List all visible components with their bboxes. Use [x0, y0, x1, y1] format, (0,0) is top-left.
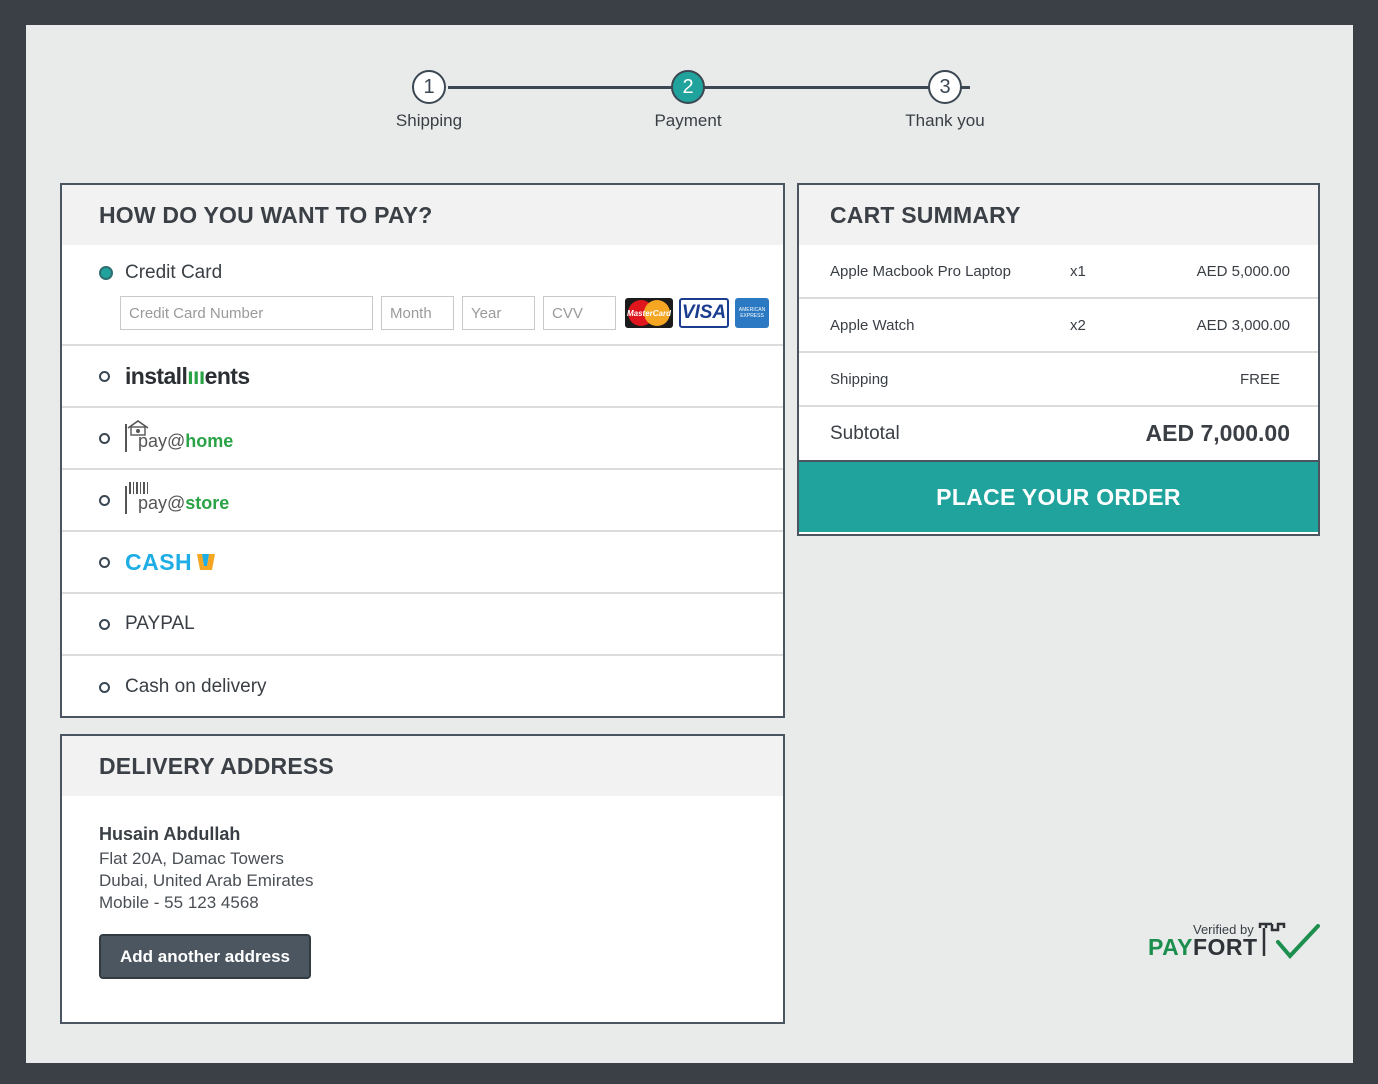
address-line-1: Flat 20A, Damac Towers [99, 849, 284, 868]
cvv-input[interactable]: CVV [543, 296, 616, 330]
radio-credit-card[interactable] [99, 266, 113, 280]
item-price: AED 5,000.00 [1196, 262, 1290, 280]
year-input[interactable]: Year [462, 296, 535, 330]
radio-cash-on-delivery[interactable] [99, 681, 110, 693]
address-line-2: Dubai, United Arab Emirates [99, 871, 314, 890]
item-name: Apple Macbook Pro Laptop [830, 262, 1011, 280]
paypal-label: PAYPAL [125, 613, 195, 634]
radio-pay-at-store[interactable] [99, 494, 110, 506]
cart-title: CART SUMMARY [799, 185, 1318, 245]
option-credit-card[interactable]: Credit Card Credit Card Number Month Yea… [62, 245, 783, 346]
step-shipping[interactable]: 1 Shipping [369, 70, 489, 131]
amex-logo: AMERICAN EXPRESS [735, 298, 769, 328]
shipping-label: Shipping [830, 370, 889, 388]
pay-at-store-logo: pay@ store [125, 482, 229, 514]
installments-logo: installıııents [125, 362, 250, 389]
accepted-cards: MasterCard VISA AMERICAN EXPRESS [625, 298, 775, 328]
delivery-address-panel: DELIVERY ADDRESS Husain Abdullah Flat 20… [60, 734, 785, 1024]
checkout-page: 1 Shipping 2 Payment 3 Thank you HOW DO … [26, 25, 1353, 1063]
step-label: Payment [654, 111, 722, 130]
payment-title: HOW DO YOU WANT TO PAY? [62, 185, 783, 245]
month-input[interactable]: Month [381, 296, 454, 330]
cart-row: Apple Macbook Pro Laptop x1 AED 5,000.00 [799, 245, 1318, 299]
item-price: AED 3,000.00 [1196, 316, 1290, 334]
payfort-badge: Verified by PAYFORT [1148, 922, 1328, 970]
subtotal-row: Subtotal AED 7,000.00 [799, 407, 1318, 462]
step-number: 2 [671, 70, 705, 104]
shipping-row: Shipping FREE [799, 353, 1318, 407]
step-label: Thank you [905, 111, 985, 130]
cashu-logo: CASH [125, 549, 218, 576]
recipient-name: Husain Abdullah [99, 824, 241, 844]
address-phone: Mobile - 55 123 4568 [99, 893, 259, 912]
item-qty: x1 [1070, 262, 1086, 280]
subtotal-value: AED 7,000.00 [1145, 420, 1290, 446]
step-number: 3 [928, 70, 962, 104]
add-address-button[interactable]: Add another address [99, 934, 311, 979]
delivery-title: DELIVERY ADDRESS [62, 736, 783, 796]
step-thank-you[interactable]: 3 Thank you [885, 70, 1005, 131]
option-pay-at-home[interactable]: pay@ home [62, 408, 783, 470]
pay-at-home-logo: pay@ home [125, 420, 233, 452]
radio-installments[interactable] [99, 370, 110, 382]
option-cash-on-delivery[interactable]: Cash on delivery [62, 656, 783, 718]
home-icon [125, 420, 149, 452]
credit-card-label: Credit Card [125, 262, 223, 283]
barcode-icon [125, 482, 148, 514]
card-number-input[interactable]: Credit Card Number [120, 296, 373, 330]
visa-logo: VISA [679, 298, 729, 328]
checkmark-icon [1258, 922, 1320, 959]
step-label: Shipping [395, 111, 463, 130]
item-qty: x2 [1070, 316, 1086, 334]
step-number: 1 [412, 70, 446, 104]
radio-pay-at-home[interactable] [99, 432, 110, 444]
cart-row: Apple Watch x2 AED 3,000.00 [799, 299, 1318, 353]
option-cashu[interactable]: CASH [62, 532, 783, 594]
cart-summary-panel: CART SUMMARY Apple Macbook Pro Laptop x1… [797, 183, 1320, 536]
option-installments[interactable]: installıııents [62, 346, 783, 408]
address-block: Husain Abdullah Flat 20A, Damac Towers D… [62, 796, 783, 979]
mastercard-logo: MasterCard [625, 298, 673, 328]
checkout-stepper: 1 Shipping 2 Payment 3 Thank you [26, 25, 1353, 165]
shipping-value: FREE [1239, 370, 1280, 388]
place-order-button[interactable]: PLACE YOUR ORDER [799, 462, 1318, 532]
payment-method-panel: HOW DO YOU WANT TO PAY? Credit Card Cred… [60, 183, 785, 718]
item-name: Apple Watch [830, 316, 915, 334]
option-pay-at-store[interactable]: pay@ store [62, 470, 783, 532]
radio-paypal[interactable] [99, 618, 110, 630]
subtotal-label: Subtotal [830, 422, 900, 444]
option-paypal[interactable]: PAYPAL [62, 594, 783, 656]
step-payment[interactable]: 2 Payment [628, 70, 748, 131]
radio-cashu[interactable] [99, 556, 110, 568]
cash-on-delivery-label: Cash on delivery [125, 676, 267, 697]
payfort-logo: PAYFORT [1148, 934, 1258, 960]
